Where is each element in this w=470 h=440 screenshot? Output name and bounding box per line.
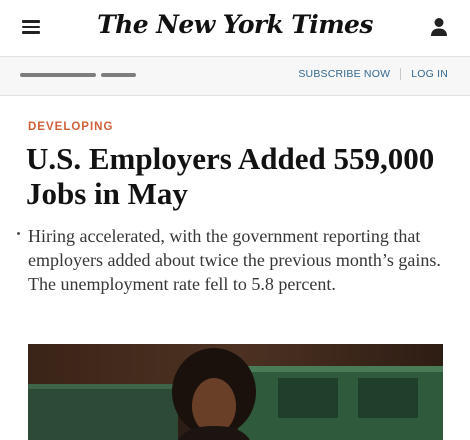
article-photo[interactable] [28,344,443,440]
nyt-logo[interactable]: The New York Times [0,10,470,39]
account-links: SUBSCRIBE NOW LOG IN [298,68,448,80]
section-pill[interactable] [101,73,136,77]
log-in-link[interactable]: LOG IN [411,68,448,80]
link-divider [400,68,402,80]
article-headline[interactable]: U.S. Employers Added 559,000 Jobs in May [26,141,446,211]
summary-bullet [17,232,20,235]
section-pill[interactable] [20,73,96,77]
subscribe-now-link[interactable]: SUBSCRIBE NOW [298,68,390,80]
masthead: The New York Times [0,0,470,57]
developing-kicker: DEVELOPING [28,121,114,133]
subscribe-bar: SUBSCRIBE NOW LOG IN [0,57,470,96]
user-account-icon[interactable] [428,16,450,38]
photo-illustration [28,344,443,440]
article-summary: Hiring accelerated, with the government … [28,226,441,294]
